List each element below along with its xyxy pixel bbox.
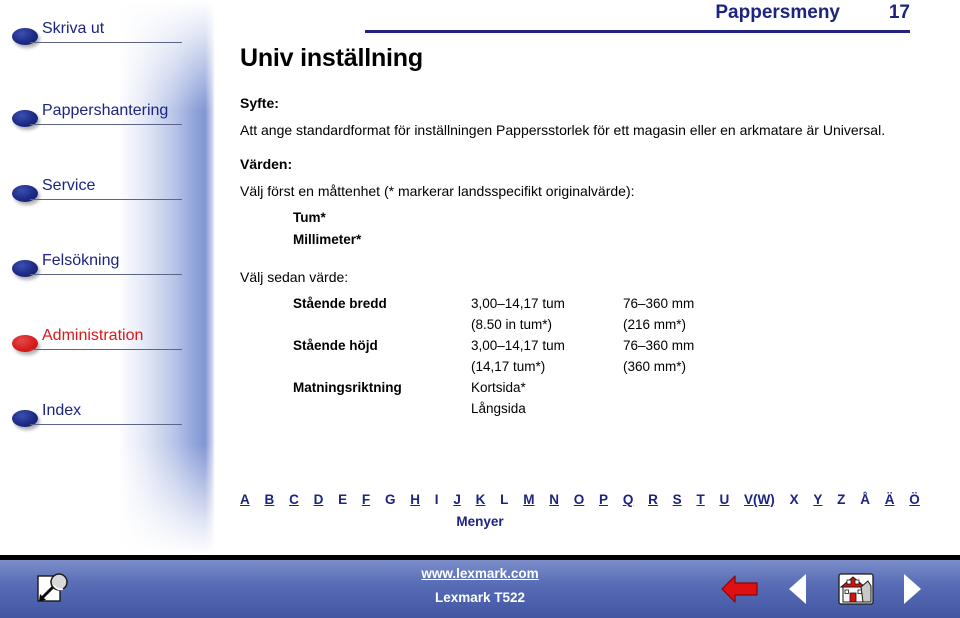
value-row-mm: 76–360 mm (623, 296, 695, 311)
sidebar-item-label: Pappershantering (42, 102, 169, 119)
index-letter-vw[interactable]: V(W) (744, 492, 775, 507)
index-letter-q[interactable]: Q (623, 492, 634, 507)
main-content: Univ inställning Syfte: Att ange standar… (240, 44, 940, 419)
index-letter-f[interactable]: F (362, 492, 370, 507)
value-row-inches: Kortsida* (471, 380, 526, 395)
sidebar-item-rule (30, 274, 182, 275)
index-letter-ouml[interactable]: Ö (909, 492, 920, 507)
value-row-inches: 3,00–14,17 tum (471, 338, 565, 353)
footer-bar: www.lexmark.com Lexmark T522 (0, 560, 960, 618)
sidebar-item-label: Index (42, 402, 82, 419)
value-row-label: Stående höjd (293, 338, 378, 353)
value-row-label: Stående bredd (293, 296, 387, 311)
index-letter-k[interactable]: K (476, 492, 486, 507)
document-page: Skriva ut Pappershantering Service Felsö… (0, 0, 960, 618)
sidebar-item-rule (30, 124, 182, 125)
value-row-inches: (8.50 in tum*) (471, 317, 553, 332)
sidebar-item-administration[interactable]: Administration (0, 325, 200, 359)
page-title: Univ inställning (240, 44, 423, 72)
table-row: Långsida (293, 398, 773, 419)
value-row-mm: (216 mm*) (623, 317, 687, 332)
sidebar-item-label: Service (42, 177, 96, 194)
sidebar-item-label: Felsökning (42, 252, 120, 269)
value-row-label (293, 314, 471, 335)
index-letter-z[interactable]: Z (837, 492, 845, 507)
index-letter-auml[interactable]: Ä (885, 492, 895, 507)
value-row-inches: 3,00–14,17 tum (471, 296, 565, 311)
index-letter-b[interactable]: B (265, 492, 275, 507)
value-row-mm (623, 398, 773, 419)
table-row: Stående höjd 3,00–14,17 tum 76–360 mm (293, 335, 773, 356)
index-letter-g[interactable]: G (385, 492, 396, 507)
sidebar-item-rule (30, 199, 182, 200)
index-letter-l[interactable]: L (500, 492, 508, 507)
value-row-label (293, 398, 471, 419)
sidebar-item-rule (30, 349, 182, 350)
index-letter-j[interactable]: J (453, 492, 461, 507)
sidebar-item-index[interactable]: Index (0, 400, 200, 434)
index-letter-s[interactable]: S (673, 492, 682, 507)
red-back-arrow-icon[interactable] (712, 560, 768, 618)
value-row-label (293, 356, 471, 377)
unit-option-tum: Tum* (293, 210, 326, 225)
previous-page-icon[interactable] (778, 560, 820, 618)
value-row-mm: (360 mm*) (623, 359, 687, 374)
index-letter-i[interactable]: I (435, 492, 439, 507)
index-letter-u[interactable]: U (720, 492, 730, 507)
value-row-inches: (14,17 tum*) (471, 359, 546, 374)
table-row: Matningsriktning Kortsida* (293, 377, 773, 398)
index-letter-a[interactable]: A (240, 492, 250, 507)
table-row: (8.50 in tum*) (216 mm*) (293, 314, 773, 335)
sidebar-item-skriva-ut[interactable]: Skriva ut (0, 18, 200, 52)
unit-option-millimeter: Millimeter* (293, 232, 362, 247)
header-section-title: Pappersmeny (715, 2, 840, 23)
index-letter-o[interactable]: O (574, 492, 585, 507)
table-row: (14,17 tum*) (360 mm*) (293, 356, 773, 377)
document-search-icon[interactable] (24, 560, 80, 618)
value-row-mm: 76–360 mm (623, 338, 695, 353)
index-letter-aring[interactable]: Å (860, 492, 870, 507)
alphabet-index-bar: A B C D E F G H I J K L M N O P Q R S T … (240, 492, 920, 507)
value-table: Stående bredd 3,00–14,17 tum 76–360 mm (… (293, 293, 773, 419)
table-row: Stående bredd 3,00–14,17 tum 76–360 mm (293, 293, 773, 314)
unit-intro: Välj först en måttenhet (* markerar land… (240, 183, 635, 199)
header-page-number: 17 (888, 2, 910, 23)
sidebar-item-label: Skriva ut (42, 20, 105, 37)
sidebar-item-rule (30, 424, 182, 425)
sidebar-item-service[interactable]: Service (0, 175, 200, 209)
index-letter-e[interactable]: E (338, 492, 347, 507)
value-row-inches: Långsida (471, 401, 526, 416)
sidebar-item-pappershantering[interactable]: Pappershantering (0, 100, 200, 134)
index-letter-p[interactable]: P (599, 492, 608, 507)
index-letter-y[interactable]: Y (813, 492, 822, 507)
index-letter-h[interactable]: H (410, 492, 420, 507)
header-divider (365, 30, 910, 33)
home-icon[interactable] (828, 560, 884, 618)
next-page-icon[interactable] (890, 560, 932, 618)
index-letter-m[interactable]: M (523, 492, 534, 507)
value-intro: Välj sedan värde: (240, 269, 349, 285)
purpose-heading: Syfte: (240, 95, 279, 111)
value-row-label: Matningsriktning (293, 380, 402, 395)
purpose-body: Att ange standardformat för inställninge… (240, 122, 886, 138)
value-row-mm (623, 377, 773, 398)
sidebar-navigation: Skriva ut Pappershantering Service Felsö… (0, 0, 215, 555)
index-letter-r[interactable]: R (648, 492, 658, 507)
sidebar-item-felsokning[interactable]: Felsökning (0, 250, 200, 284)
index-letter-x[interactable]: X (790, 492, 799, 507)
sidebar-item-rule (30, 42, 182, 43)
index-letter-t[interactable]: T (696, 492, 704, 507)
sidebar-item-label: Administration (42, 327, 144, 344)
index-letter-n[interactable]: N (549, 492, 559, 507)
values-heading: Värden: (240, 156, 293, 172)
index-letter-c[interactable]: C (289, 492, 299, 507)
index-letter-d[interactable]: D (314, 492, 324, 507)
